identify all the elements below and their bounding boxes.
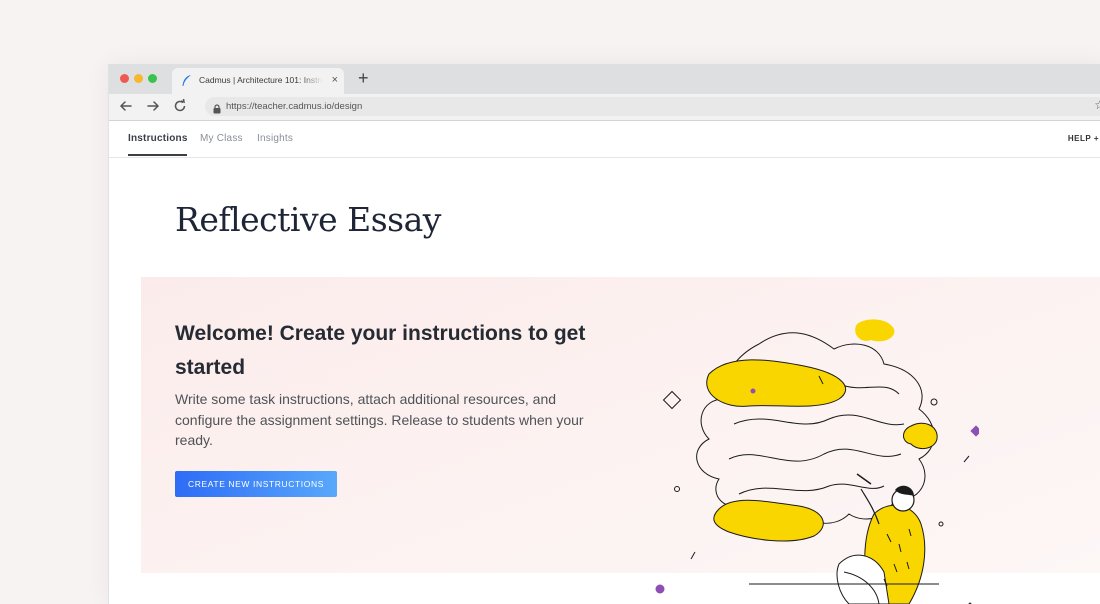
tab-title: Cadmus | Architecture 101: Instructions: [199, 75, 323, 89]
back-arrow-icon[interactable]: [118, 98, 134, 114]
address-bar[interactable]: https://teacher.cadmus.io/design ☆: [205, 97, 1100, 116]
close-icon[interactable]: ×: [332, 73, 338, 87]
maximize-window-button[interactable]: [148, 74, 157, 83]
url-text: https://teacher.cadmus.io/design: [226, 101, 363, 112]
tab-insights[interactable]: Insights: [257, 133, 293, 144]
plus-icon[interactable]: +: [358, 67, 369, 89]
feather-favicon-icon: [181, 74, 192, 92]
active-tab-indicator: [128, 154, 187, 156]
minimize-window-button[interactable]: [134, 74, 143, 83]
page-title: Reflective Essay: [175, 200, 441, 239]
tab-strip: Cadmus | Architecture 101: Instructions …: [109, 64, 1100, 94]
reload-icon[interactable]: [172, 98, 188, 114]
tab-my-class[interactable]: My Class: [200, 133, 243, 144]
app-nav: Instructions My Class Insights HELP +: [109, 121, 1100, 158]
create-new-instructions-button[interactable]: CREATE NEW INSTRUCTIONS: [175, 471, 337, 497]
browser-toolbar: https://teacher.cadmus.io/design ☆: [109, 94, 1100, 121]
help-button[interactable]: HELP +: [1068, 134, 1099, 143]
lock-icon: [213, 101, 221, 119]
tab-instructions[interactable]: Instructions: [128, 133, 188, 144]
browser-tab[interactable]: Cadmus | Architecture 101: Instructions …: [172, 68, 344, 94]
star-icon[interactable]: ☆: [1094, 98, 1100, 112]
welcome-heading: Welcome! Create your instructions to get…: [175, 322, 586, 379]
thinking-person-illustration: [655, 319, 979, 604]
close-window-button[interactable]: [120, 74, 129, 83]
browser-window: Cadmus | Architecture 101: Instructions …: [108, 64, 1100, 604]
welcome-description: Write some task instructions, attach add…: [175, 391, 584, 448]
forward-arrow-icon[interactable]: [145, 98, 161, 114]
